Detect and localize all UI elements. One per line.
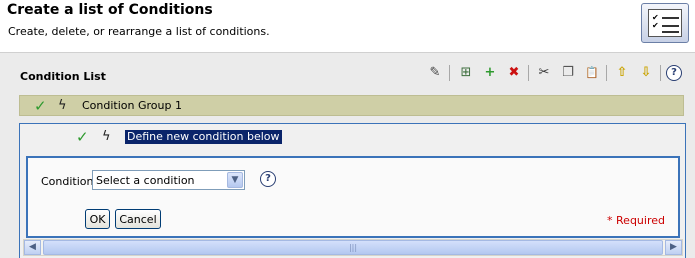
required-note: * Required <box>607 214 665 227</box>
edit-icon[interactable]: ✎ <box>425 63 445 83</box>
scroll-right-icon[interactable]: ▶ <box>665 240 682 255</box>
add-group-icon[interactable]: ⊞ <box>456 63 476 83</box>
horizontal-scrollbar[interactable]: ◀ ||| ▶ <box>23 239 683 256</box>
cut-icon[interactable]: ✂ <box>534 63 554 83</box>
copy-icon[interactable]: ❐ <box>558 63 578 83</box>
condition-row-label: Define new condition below <box>125 130 282 144</box>
condition-container: ✓ ϟ Define new condition below Condition… <box>19 123 686 258</box>
condition-select[interactable]: Select a condition ▼ <box>92 170 245 190</box>
toolbar-separator <box>606 65 607 81</box>
toolbar-separator <box>449 65 450 81</box>
page-header: Create a list of Conditions Create, dele… <box>0 0 695 52</box>
help-icon[interactable]: ? <box>260 171 276 187</box>
checkmark-icon: ✓ <box>76 128 89 146</box>
ok-button[interactable]: OK <box>85 209 110 229</box>
condition-select-value: Select a condition <box>96 174 195 187</box>
checkmark-icon: ✓ <box>34 97 47 115</box>
condition-group-row[interactable]: ✓ ϟ Condition Group 1 <box>19 95 684 116</box>
cancel-button[interactable]: Cancel <box>115 209 161 229</box>
add-icon[interactable]: + <box>480 63 500 83</box>
move-up-icon[interactable]: ⇧ <box>612 63 632 83</box>
condition-editor: Condition Select a condition ▼ ? OK Canc… <box>26 156 680 238</box>
help-icon[interactable]: ? <box>666 65 682 81</box>
condition-row[interactable]: ✓ ϟ Define new condition below <box>20 124 685 151</box>
condition-field-label: Condition <box>41 175 94 188</box>
delete-icon[interactable]: ✖ <box>504 63 524 83</box>
lightning-icon: ϟ <box>102 129 111 144</box>
toolbar-separator <box>528 65 529 81</box>
page-subtitle: Create, delete, or rearrange a list of c… <box>8 25 270 38</box>
condition-group-label: Condition Group 1 <box>82 99 182 112</box>
scroll-left-icon[interactable]: ◀ <box>24 240 41 255</box>
toolbar-separator <box>660 65 661 81</box>
paste-icon[interactable]: 📋 <box>582 63 602 83</box>
condition-list-panel: Condition List ✎ ⊞ + ✖ ✂ ❐ 📋 ⇧ ⇩ ? ✓ ϟ C… <box>0 52 695 258</box>
condition-list-title: Condition List <box>20 70 106 83</box>
lightning-icon: ϟ <box>58 98 67 113</box>
chevron-down-icon[interactable]: ▼ <box>227 172 243 188</box>
page-title: Create a list of Conditions <box>7 2 213 18</box>
move-down-icon[interactable]: ⇩ <box>636 63 656 83</box>
scrollbar-thumb[interactable]: ||| <box>43 240 663 255</box>
checklist-icon: ✔ ✔ <box>641 3 689 43</box>
